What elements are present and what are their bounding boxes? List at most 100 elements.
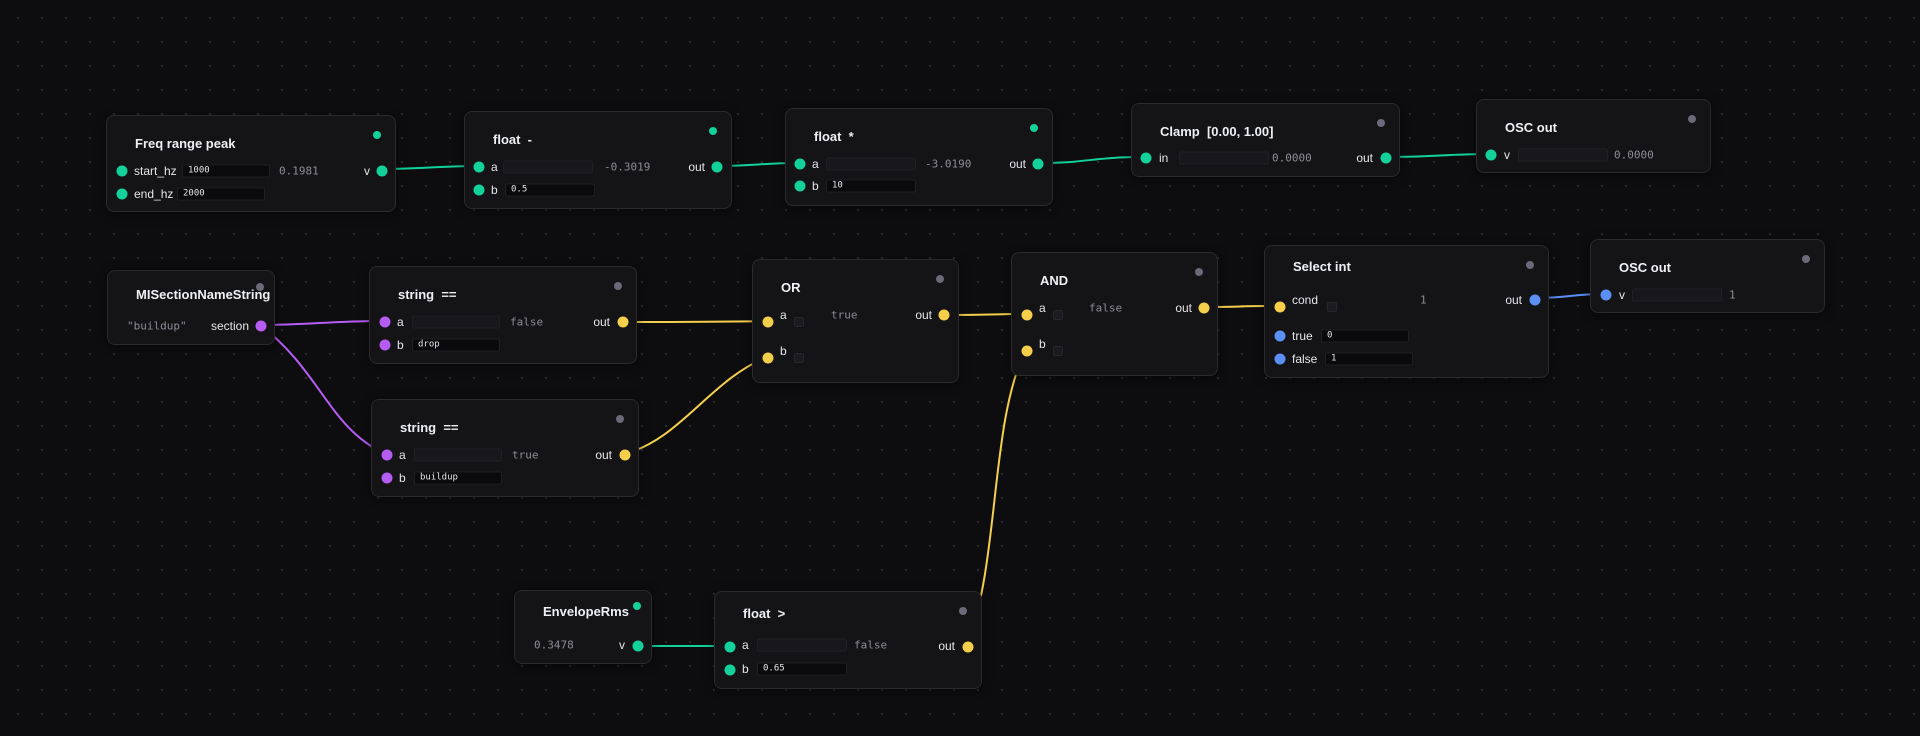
input-port-b[interactable] xyxy=(381,472,393,484)
b-input[interactable]: 10 xyxy=(826,179,916,193)
node-freq-range-peak[interactable]: Freq range peak start_hz 1000 0.1981 v e… xyxy=(106,115,396,212)
input-port-b[interactable] xyxy=(762,352,774,364)
port-label-v: v xyxy=(364,164,370,178)
port-label-end-hz: end_hz xyxy=(134,187,174,201)
node-float-minus[interactable]: float - a -0.3019 out b 0.5 xyxy=(464,111,732,209)
input-port-a[interactable] xyxy=(1021,309,1033,321)
input-port-cond[interactable] xyxy=(1274,301,1286,313)
output-port-out[interactable] xyxy=(1198,302,1210,314)
a-input[interactable] xyxy=(826,157,916,171)
status-indicator xyxy=(1526,261,1534,269)
node-and[interactable]: AND a false out b xyxy=(1011,252,1218,376)
output-port-v[interactable] xyxy=(632,640,644,652)
a-input[interactable] xyxy=(414,448,502,462)
input-port-b[interactable] xyxy=(794,180,806,192)
wire-fmul-to-clamp[interactable] xyxy=(1037,156,1146,164)
node-envelope-rms[interactable]: EnvelopeRms 0.3478 v xyxy=(514,590,652,664)
input-port-b[interactable] xyxy=(1021,345,1033,357)
a-checkbox[interactable] xyxy=(794,317,804,327)
false-input[interactable]: 1 xyxy=(1325,352,1413,366)
input-port-a[interactable] xyxy=(473,161,485,173)
node-title: EnvelopeRms xyxy=(543,604,629,619)
port-label-out: out xyxy=(915,308,932,322)
wire-section-to-streq2[interactable] xyxy=(259,324,387,455)
node-title: float * xyxy=(814,129,854,144)
input-port-true[interactable] xyxy=(1274,330,1286,342)
port-label-v: v xyxy=(1619,288,1625,302)
node-osc-out[interactable]: OSC out v 0.0000 xyxy=(1476,99,1711,173)
input-port-b[interactable] xyxy=(473,184,485,196)
input-port-a[interactable] xyxy=(381,449,393,461)
b-checkbox[interactable] xyxy=(1053,346,1063,356)
wire-streq2-to-or[interactable] xyxy=(623,356,768,455)
port-label-out: out xyxy=(1175,301,1192,315)
output-port-section[interactable] xyxy=(255,320,267,332)
node-float-greater[interactable]: float > a false out b 0.65 xyxy=(714,591,982,689)
in-input[interactable] xyxy=(1179,151,1269,165)
output-port-v[interactable] xyxy=(376,165,388,177)
input-port-a[interactable] xyxy=(794,158,806,170)
output-value: true xyxy=(512,448,539,462)
port-label-false: false xyxy=(1292,352,1318,366)
a-input[interactable] xyxy=(412,315,500,329)
b-input[interactable]: buildup xyxy=(414,471,502,485)
node-clamp[interactable]: Clamp [0.00, 1.00] in 0.0000 out xyxy=(1131,103,1400,177)
output-value: -0.3019 xyxy=(604,160,651,174)
v-input[interactable] xyxy=(1518,148,1608,162)
input-port-b[interactable] xyxy=(379,339,391,351)
a-input[interactable] xyxy=(503,160,593,174)
output-port-out[interactable] xyxy=(711,161,723,173)
output-port-out[interactable] xyxy=(962,641,974,653)
node-mi-section-name-string[interactable]: MISectionNameString "buildup" section xyxy=(107,270,275,345)
b-input[interactable]: 0.65 xyxy=(757,662,847,676)
true-input[interactable]: 0 xyxy=(1321,329,1409,343)
status-indicator xyxy=(633,602,641,610)
end-hz-input[interactable]: 2000 xyxy=(177,187,265,201)
node-select-int[interactable]: Select int cond 1 out true 0 false 1 xyxy=(1264,245,1549,378)
output-port-out[interactable] xyxy=(619,449,631,461)
v-input[interactable] xyxy=(1632,288,1722,302)
output-value: -3.0190 xyxy=(925,157,972,171)
input-port-a[interactable] xyxy=(762,316,774,328)
b-input[interactable]: 0.5 xyxy=(505,183,595,197)
node-title: float > xyxy=(743,606,786,621)
b-checkbox[interactable] xyxy=(794,353,804,363)
status-indicator xyxy=(1802,255,1810,263)
output-port-out[interactable] xyxy=(938,309,950,321)
node-float-multiply[interactable]: float * a -3.0190 out b 10 xyxy=(785,108,1053,206)
output-value: 1 xyxy=(1729,288,1736,302)
a-input[interactable] xyxy=(757,638,847,652)
a-checkbox[interactable] xyxy=(1053,310,1063,320)
output-value: 0.0000 xyxy=(1272,151,1312,165)
node-string-equals-drop[interactable]: string == a false out b drop xyxy=(369,266,637,364)
node-osc-out-2[interactable]: OSC out v 1 xyxy=(1590,239,1825,313)
output-port-out[interactable] xyxy=(617,316,629,328)
input-port-v[interactable] xyxy=(1600,289,1612,301)
port-label-b: b xyxy=(397,338,404,352)
output-port-out[interactable] xyxy=(1380,152,1392,164)
cond-checkbox[interactable] xyxy=(1327,302,1337,312)
port-label-b: b xyxy=(812,179,819,193)
status-indicator xyxy=(959,607,967,615)
input-port-a[interactable] xyxy=(379,316,391,328)
input-port-b[interactable] xyxy=(724,664,736,676)
node-string-equals-buildup[interactable]: string == a true out b buildup xyxy=(371,399,639,497)
output-port-out[interactable] xyxy=(1032,158,1044,170)
node-or[interactable]: OR a true out b xyxy=(752,259,959,383)
input-port-false[interactable] xyxy=(1274,353,1286,365)
input-port-in[interactable] xyxy=(1140,152,1152,164)
input-port-start-hz[interactable] xyxy=(116,165,128,177)
input-port-a[interactable] xyxy=(724,641,736,653)
wire-streq1-to-or[interactable] xyxy=(621,320,768,323)
output-port-out[interactable] xyxy=(1529,294,1541,306)
port-label-a: a xyxy=(742,638,749,652)
port-label-in: in xyxy=(1159,151,1169,165)
node-title: Select int xyxy=(1293,259,1351,274)
input-port-v[interactable] xyxy=(1485,149,1497,161)
b-input[interactable]: drop xyxy=(412,338,500,352)
wire-clamp-to-osc1[interactable] xyxy=(1385,153,1491,158)
status-indicator xyxy=(1195,268,1203,276)
wire-section-to-streq1[interactable] xyxy=(259,320,385,326)
input-port-end-hz[interactable] xyxy=(116,188,128,200)
start-hz-input[interactable]: 1000 xyxy=(182,164,270,178)
